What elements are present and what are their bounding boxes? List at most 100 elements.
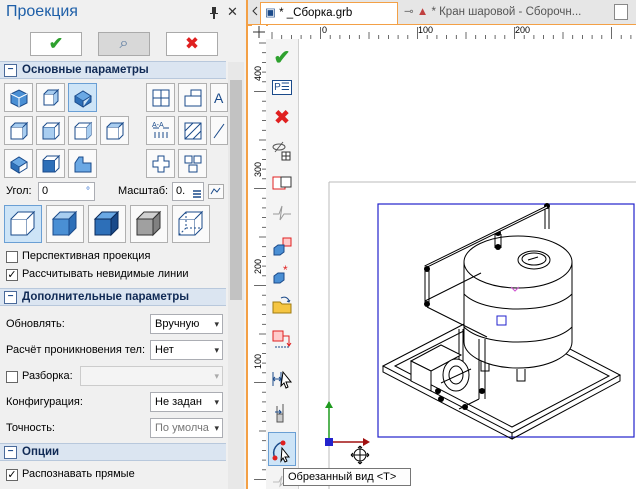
add-element-button[interactable]: *: [268, 262, 296, 288]
view-front-button[interactable]: [36, 83, 65, 112]
parameters-button[interactable]: P☰: [268, 74, 296, 100]
view-stack-button[interactable]: [178, 149, 207, 178]
pin-icon: ⊸: [404, 6, 414, 18]
section-title: Дополнительные параметры: [22, 291, 190, 303]
parameters-icon: P☰: [272, 79, 292, 95]
explode-label: Разборка:: [22, 370, 73, 382]
view-frame-button[interactable]: [268, 170, 296, 196]
collapse-icon[interactable]: −: [4, 64, 17, 77]
render-hidden-lines-button[interactable]: [172, 205, 210, 243]
section-main-parameters[interactable]: − Основные параметры: [0, 61, 226, 79]
ok-button[interactable]: ✔: [30, 32, 82, 56]
cropped-view-button[interactable]: [268, 432, 296, 466]
hatch-view-button[interactable]: [178, 116, 207, 145]
panel-title: Проекция: [6, 3, 78, 20]
perspective-checkbox[interactable]: [6, 251, 18, 263]
view-dimetric-button[interactable]: [68, 83, 97, 112]
new-tab-icon[interactable]: [614, 4, 628, 20]
frame-icon: [272, 176, 292, 190]
layout-corner-button[interactable]: [178, 83, 207, 112]
render-shaded-button[interactable]: [46, 205, 84, 243]
render-wireframe-button[interactable]: [4, 205, 42, 243]
eye-icon: [272, 141, 291, 161]
tab-scroll-left-icon[interactable]: [250, 4, 260, 18]
chevron-down-icon: ▾: [214, 371, 219, 381]
apply-button[interactable]: ✔: [268, 44, 296, 70]
ruler-label: 300: [253, 161, 263, 177]
view-cube-4-button[interactable]: [100, 116, 129, 145]
hidden-lines-checkbox[interactable]: ✓: [6, 269, 18, 281]
view-cube-6-button[interactable]: [36, 149, 65, 178]
splitter[interactable]: [246, 0, 248, 489]
scale-options-button[interactable]: [208, 184, 224, 199]
view-cube-3-button[interactable]: [68, 116, 97, 145]
penetration-select[interactable]: Нет ▾: [150, 340, 223, 360]
panel-scroll-thumb[interactable]: [230, 80, 242, 300]
horizontal-ruler: 0 100 200: [268, 25, 636, 40]
detail-view-button[interactable]: [210, 116, 228, 145]
view-cross-button[interactable]: [146, 149, 175, 178]
chevron-down-icon: ▾: [214, 345, 219, 355]
break-button[interactable]: [268, 200, 296, 226]
config-value: Не задан: [155, 396, 202, 408]
cube-plus-icon: [273, 237, 292, 256]
angle-input[interactable]: 0 °: [38, 182, 95, 201]
collapse-icon[interactable]: −: [4, 291, 17, 304]
local-view-button[interactable]: [268, 400, 296, 426]
cube-star-icon: *: [273, 264, 288, 284]
open-folder-button[interactable]: [268, 292, 296, 318]
recognize-checkbox[interactable]: ✓: [6, 469, 18, 481]
ruler-label: 100: [418, 25, 434, 35]
cropped-view-icon: [272, 440, 291, 463]
chevron-down-icon: ▾: [214, 319, 219, 329]
accuracy-value: По умолча: [155, 422, 209, 434]
checkmark-icon: ✔: [273, 46, 291, 69]
section-view-button[interactable]: A-A: [146, 116, 175, 145]
layout-grid-button[interactable]: [146, 83, 175, 112]
ruler-label: 400: [253, 65, 263, 81]
preview-icon: ⌕: [119, 35, 129, 52]
section-extra-parameters[interactable]: − Дополнительные параметры: [0, 288, 226, 306]
collapse-icon[interactable]: −: [4, 446, 17, 459]
view-cube-1-button[interactable]: [4, 116, 33, 145]
pin-icon[interactable]: [209, 7, 219, 22]
update-value: Вручную: [155, 318, 200, 330]
close-panel-button[interactable]: ✕: [227, 4, 238, 20]
config-select[interactable]: Не задан ▾: [150, 392, 223, 412]
text-view-button[interactable]: A: [210, 83, 228, 112]
degree-unit: °: [86, 186, 90, 197]
scale-input[interactable]: 0.: [172, 182, 204, 201]
render-shaded-edges-button[interactable]: [88, 205, 126, 243]
accuracy-select[interactable]: По умолча ▾: [150, 418, 223, 438]
tab-valve[interactable]: ⊸ ▲ * Кран шаровой - Сборочн...: [400, 2, 600, 24]
vertical-ruler: 400 300 200 100: [252, 39, 267, 489]
add-view-button[interactable]: [268, 234, 296, 260]
lightning-icon: [273, 205, 291, 221]
view-isometric-button[interactable]: [4, 83, 33, 112]
section-options[interactable]: − Опции: [0, 443, 226, 461]
update-select[interactable]: Вручную ▾: [150, 314, 223, 334]
view-cube-2-button[interactable]: [36, 116, 65, 145]
align-view-button[interactable]: [268, 326, 296, 352]
explode-checkbox[interactable]: [6, 371, 18, 383]
view-cube-5-button[interactable]: [4, 149, 33, 178]
hide-elements-button[interactable]: [268, 138, 296, 164]
chevron-down-icon: ▾: [214, 423, 219, 433]
move-view-button[interactable]: [268, 366, 296, 392]
ruler-label: 100: [253, 353, 263, 369]
view-cube-7-button[interactable]: [68, 149, 97, 178]
tab-assembly[interactable]: ▣ * _Сборка.grb: [260, 2, 398, 24]
section-title: Опции: [22, 446, 60, 458]
cancel-button[interactable]: ✖: [166, 32, 218, 56]
perspective-label: Перспективная проекция: [22, 250, 151, 262]
preview-button[interactable]: ⌕: [98, 32, 150, 56]
accuracy-label: Точность:: [6, 422, 55, 434]
angle-label: Угол:: [6, 185, 32, 197]
render-gray-button[interactable]: [130, 205, 168, 243]
tab-label: * Кран шаровой - Сборочн...: [431, 6, 582, 18]
abort-button[interactable]: ✖: [268, 104, 296, 130]
ruler-label: 200: [253, 258, 263, 274]
checkmark-icon: ✔: [48, 34, 64, 53]
drawing-canvas[interactable]: [299, 39, 636, 489]
projection-view[interactable]: [299, 39, 636, 489]
